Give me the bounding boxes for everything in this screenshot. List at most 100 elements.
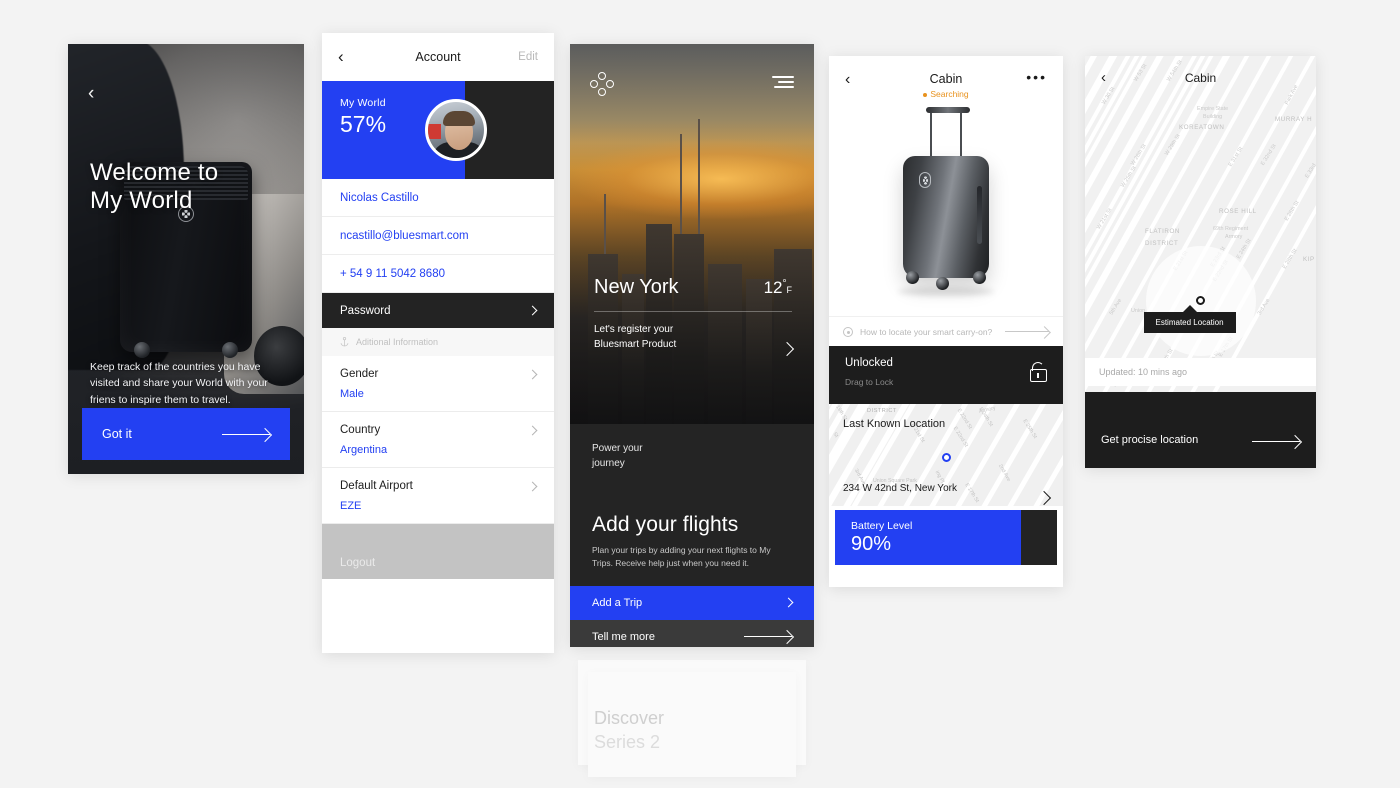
account-row-email[interactable]: ncastillo@bluesmart.com bbox=[322, 217, 554, 255]
add-flights-headline: Add your flights bbox=[592, 513, 739, 536]
arrow-right-icon bbox=[744, 632, 792, 642]
chevron-right-icon bbox=[527, 305, 538, 316]
screen-new-york: New York 12°F Let's register your Bluesm… bbox=[570, 44, 814, 647]
register-line2: Bluesmart Product bbox=[594, 339, 677, 350]
unlocked-padlock-icon[interactable] bbox=[1030, 362, 1047, 382]
logout-label: Logout bbox=[340, 557, 376, 569]
lock-state-label: Unlocked bbox=[845, 357, 893, 369]
how-to-locate-row[interactable]: How to locate your smart carry-on? bbox=[829, 316, 1063, 346]
chevron-right-icon bbox=[527, 481, 538, 491]
last-known-location-map[interactable]: Last Known Location 234 W 42nd St, New Y… bbox=[829, 404, 1063, 506]
building bbox=[674, 234, 704, 424]
map-street-label: ing Pl bbox=[933, 469, 946, 485]
welcome-title-line2: My World bbox=[90, 187, 193, 215]
suitcase-handle bbox=[926, 107, 970, 159]
cabin-title-group: Cabin Searching bbox=[875, 72, 1017, 99]
temperature: 12°F bbox=[764, 278, 792, 298]
password-row[interactable]: Password bbox=[322, 293, 554, 328]
add-a-trip-button[interactable]: Add a Trip bbox=[570, 585, 814, 620]
country-value: Argentina bbox=[340, 444, 388, 456]
additional-information-header: Aditional Information bbox=[322, 328, 554, 356]
battery-level-value: 90% bbox=[851, 533, 892, 555]
more-options-button[interactable]: ••• bbox=[1017, 70, 1047, 84]
default-airport-label: Default Airport bbox=[340, 480, 413, 492]
suitcase-wheel bbox=[222, 342, 238, 358]
chevron-right-icon bbox=[783, 597, 794, 608]
discover-line1: Discover bbox=[594, 708, 665, 728]
get-precise-location-button[interactable]: Get procise location bbox=[1085, 392, 1316, 468]
map-street-label: Building bbox=[1203, 114, 1223, 120]
city-name: New York bbox=[594, 276, 679, 298]
building-spire bbox=[698, 119, 700, 234]
battery-level-panel: Battery Level 90% bbox=[835, 510, 1057, 565]
last-known-location-title: Last Known Location bbox=[843, 418, 946, 430]
avatar-bg-accent bbox=[428, 124, 441, 139]
account-navbar: ‹ Account Edit bbox=[322, 33, 554, 81]
map-street-label: ROSE HILL bbox=[1219, 208, 1257, 215]
default-airport-value: EZE bbox=[340, 500, 362, 512]
page-title: Cabin bbox=[1184, 70, 1217, 85]
arrow-right-icon bbox=[1252, 436, 1300, 446]
back-button[interactable]: ‹ bbox=[1101, 70, 1131, 85]
avatar-hair bbox=[443, 111, 475, 126]
account-section-default-airport[interactable]: Default Airport EZE bbox=[322, 468, 554, 524]
chevron-right-icon bbox=[527, 425, 538, 435]
estimated-location-marker bbox=[1196, 296, 1205, 305]
lock-status-panel[interactable]: Unlocked Drag to Lock bbox=[829, 346, 1063, 404]
bluesmart-logo-icon[interactable] bbox=[590, 72, 614, 96]
battery-level-label: Battery Level bbox=[851, 520, 913, 532]
back-button[interactable]: ‹ bbox=[845, 72, 875, 88]
account-section-gender[interactable]: Gender Male bbox=[322, 356, 554, 412]
map-street-label: Armory bbox=[1225, 234, 1243, 240]
discover-series-text: Discover Series 2 bbox=[594, 706, 664, 755]
arrow-right-icon bbox=[1005, 327, 1049, 337]
arrow-right-icon bbox=[222, 429, 270, 439]
register-prompt: Let's register your Bluesmart Product bbox=[594, 322, 676, 352]
estimated-location-tooltip: Estimated Location bbox=[1143, 305, 1236, 333]
logout-button[interactable]: Logout bbox=[322, 524, 554, 579]
drag-to-lock-hint: Drag to Lock bbox=[845, 377, 894, 387]
chevron-right-icon bbox=[527, 369, 538, 379]
page-title: Account bbox=[415, 50, 461, 64]
filter-menu-icon[interactable] bbox=[772, 76, 794, 88]
avatar[interactable] bbox=[425, 99, 487, 161]
new-york-skyline-photo: New York 12°F Let's register your Bluesm… bbox=[570, 44, 814, 424]
battery-remaining-track bbox=[1021, 510, 1057, 565]
password-label: Password bbox=[340, 304, 391, 317]
get-precise-location-label: Get procise location bbox=[1101, 434, 1199, 446]
locate-icon bbox=[843, 326, 853, 337]
screen-cabin-map: W 53 St W 54th St W 30 St Empire State Build… bbox=[1085, 56, 1316, 468]
account-row-name[interactable]: Nicolas Castillo bbox=[322, 179, 554, 217]
temperature-unit: F bbox=[786, 285, 793, 295]
building bbox=[746, 279, 772, 424]
tell-me-more-label: Tell me more bbox=[592, 630, 655, 643]
map-street-label: MURRAY H bbox=[1275, 116, 1313, 123]
gender-label: Gender bbox=[340, 368, 379, 380]
edit-button[interactable]: Edit bbox=[508, 51, 538, 63]
got-it-button[interactable]: Got it bbox=[82, 408, 290, 460]
status-dot-icon bbox=[923, 92, 928, 97]
account-row-phone[interactable]: + 54 9 11 5042 8680 bbox=[322, 255, 554, 293]
map-street-label: KOREATOWN bbox=[1179, 124, 1225, 131]
back-button[interactable]: ‹ bbox=[88, 84, 94, 103]
my-world-progress-hero: My World 57% bbox=[322, 81, 554, 179]
tell-me-more-button[interactable]: Tell me more bbox=[570, 619, 814, 647]
updated-timestamp: Updated: 10 mins ago bbox=[1085, 358, 1316, 386]
got-it-label: Got it bbox=[102, 427, 132, 441]
page-title: Cabin bbox=[929, 72, 963, 86]
suitcase-wheel bbox=[936, 277, 949, 290]
map-street-label: KIP bbox=[1303, 256, 1315, 263]
screenshot-canvas: ‹ Welcome to My World Keep track of the … bbox=[0, 0, 1400, 788]
bluesmart-logo-icon bbox=[919, 172, 931, 188]
gender-value: Male bbox=[340, 388, 364, 400]
status-badge: Searching bbox=[875, 89, 1017, 99]
suitcase-body bbox=[903, 156, 989, 278]
building bbox=[774, 249, 812, 424]
kicker-line1: Power your bbox=[592, 443, 643, 454]
power-your-journey-kicker: Power your journey bbox=[592, 442, 792, 471]
additional-information-label: Aditional Information bbox=[356, 337, 439, 347]
back-button[interactable]: ‹ bbox=[338, 47, 368, 67]
last-known-location-address: 234 W 42nd St, New York bbox=[843, 483, 957, 494]
account-section-country[interactable]: Country Argentina bbox=[322, 412, 554, 468]
temperature-value: 12 bbox=[763, 278, 783, 297]
